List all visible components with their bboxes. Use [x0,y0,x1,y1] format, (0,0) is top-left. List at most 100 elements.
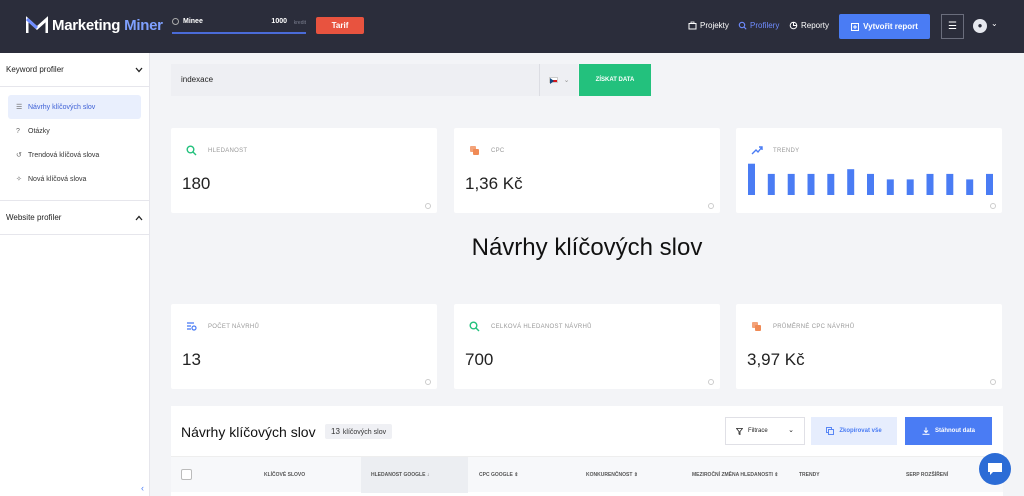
table-header-row: KLÍČOVÉ SLOVO HLEDANOST GOOGLE ↓ CPC GOO… [171,456,1003,493]
chat-icon [988,463,1002,475]
copy-all-label: Zkopírovat vše [839,428,882,434]
trend-bar [966,179,974,195]
table-title: Návrhy klíčových slov [181,424,316,440]
create-report-button[interactable]: Vytvořit report [839,14,930,39]
list-search-icon [187,322,197,331]
trend-bar [787,173,795,195]
sidebar-item-label: Nová klíčová slova [28,175,87,183]
filter-icon [736,427,743,435]
tarif-button[interactable]: Tarif [316,17,364,34]
download-data-button[interactable]: Stáhnout data [905,417,992,445]
col-trendy[interactable]: TRENDY [799,457,859,493]
chevron-down-icon: ⌄ [563,77,570,84]
info-icon[interactable] [708,379,714,385]
page-title: Návrhy klíčových slov [471,234,703,261]
metric-card-hledanost: HLEDANOST 180 [171,128,437,213]
info-icon[interactable] [990,379,996,385]
metric-value: 13 [182,350,201,369]
sidebar-item-label: Trendová klíčová slova [28,151,100,159]
keyword-search-input[interactable]: indexace [171,64,539,96]
trend-icon: ↺ [16,151,22,159]
info-icon[interactable] [425,203,431,209]
trend-bar [926,173,934,195]
column-header-label: HLEDANOST GOOGLE ↓ [371,471,430,478]
nav-projekty-label: Projekty [700,21,729,30]
filter-dropdown[interactable]: Filtrace ⌄ [725,417,805,445]
country-select[interactable]: ⌄ [539,64,578,96]
search-icon [186,145,197,156]
avatar[interactable]: ● [973,19,987,33]
plus-square-icon [851,22,860,31]
chevron-down-icon: ⌄ [788,427,794,434]
sidebar-item-label: Otázky [28,127,50,135]
hamburger-menu-button[interactable]: ☰ [941,14,964,39]
col-serp-rozsireni[interactable]: SERP ROZŠÍŘENÍ [906,457,986,493]
metric-value: 3,97 Kč [747,350,805,369]
sidebar-item-otazky[interactable]: ? Otázky [8,119,141,143]
nav-profilery[interactable]: Profilery [738,21,779,30]
sidebar-item-navrhy[interactable]: ☰ Návrhy klíčových slov [8,95,141,119]
user-icon: ● [977,21,983,30]
metric-value: 1,36 Kč [465,174,523,193]
nav-reporty-label: Reporty [801,21,830,30]
sidebar-section-label: Website profiler [6,213,62,222]
new-icon: ✧ [16,175,22,183]
metric-card-trendy: TRENDY [736,128,1002,213]
info-icon[interactable] [708,203,714,209]
collapse-sidebar-icon[interactable]: ‹ [141,483,144,493]
metric-label: PRŮMĚRNÉ CPC NÁVRHŮ [773,324,855,330]
sidebar-section-keyword-profiler[interactable]: Keyword profiler [0,53,149,87]
keyword-table-card: Návrhy klíčových slov 13 klíčových slov F… [171,406,1003,496]
coins-icon [470,146,479,155]
nav-reporty[interactable]: Reporty [789,21,829,30]
sidebar-item-trendova[interactable]: ↺ Trendová klíčová slova [8,143,141,167]
copy-icon [826,427,835,435]
col-hledanost-google[interactable]: HLEDANOST GOOGLE ↓ [361,457,468,493]
chevron-down-icon [135,67,143,72]
chevron-down-icon[interactable]: ⌄ [991,19,998,28]
logo[interactable]: Marketing Miner [26,16,163,34]
sidebar-section-website-profiler[interactable]: Website profiler [0,201,149,235]
info-icon[interactable] [425,379,431,385]
top-navbar: Marketing Miner Minee 1000 kredit Tarif … [0,0,1024,53]
metric-card-cpc: CPC 1,36 Kč [454,128,720,213]
metric-card-pocet-navrhu: POČET NÁVRHŮ 13 [171,304,437,389]
search-icon [738,21,747,30]
col-mezirocni-zmena[interactable]: MEZIROČNÍ ZMĚNA HLEDANOSTI ⇕ [692,457,782,493]
credits-meter: Minee 1000 kredit [172,17,306,34]
download-icon [922,427,930,435]
trend-bar [906,179,914,195]
filter-label: Filtrace [748,428,768,434]
metric-label: CELKOVÁ HLEDANOST NÁVRHŮ [491,324,592,330]
metric-value: 180 [182,174,211,193]
keyword-count-label: klíčových slov [342,429,387,436]
metric-card-celkova-hledanost: CELKOVÁ HLEDANOST NÁVRHŮ 700 [454,304,720,389]
trend-bar [767,173,775,195]
column-header-label: SERP ROZŠÍŘENÍ [906,471,949,478]
pie-icon [789,21,798,30]
credits-label: Minee [183,18,203,25]
search-icon [469,321,480,332]
create-report-label: Vytvořit report [863,22,918,31]
chat-widget-button[interactable] [979,453,1011,485]
keyword-count-badge: 13 klíčových slov [325,424,393,439]
sidebar-item-nova[interactable]: ✧ Nová klíčová slova [8,167,141,191]
chevron-up-icon [135,215,143,220]
trend-bar [886,179,894,195]
select-all-checkbox[interactable] [181,469,192,480]
column-header-label: TRENDY [799,471,820,478]
col-cpc-google[interactable]: CPC GOOGLE ⇕ [479,457,569,493]
col-konkurencnost[interactable]: KONKURENČNOST ⇕ [586,457,676,493]
get-data-button[interactable]: ZÍSKAT DATA [579,64,651,96]
logo-word-marketing: Marketing [52,16,121,34]
nav-projekty[interactable]: Projekty [688,21,729,30]
nav-profilery-label: Profilery [750,21,780,30]
logo-icon [26,16,48,33]
column-header-label: KLÍČOVÉ SLOVO [264,471,306,478]
trend-bar [986,173,993,195]
col-keyword[interactable]: KLÍČOVÉ SLOVO [264,457,344,493]
info-icon[interactable] [990,203,996,209]
credits-icon [172,18,179,25]
metric-card-prumerne-cpc: PRŮMĚRNÉ CPC NÁVRHŮ 3,97 Kč [736,304,1002,389]
copy-all-button[interactable]: Zkopírovat vše [811,417,897,445]
